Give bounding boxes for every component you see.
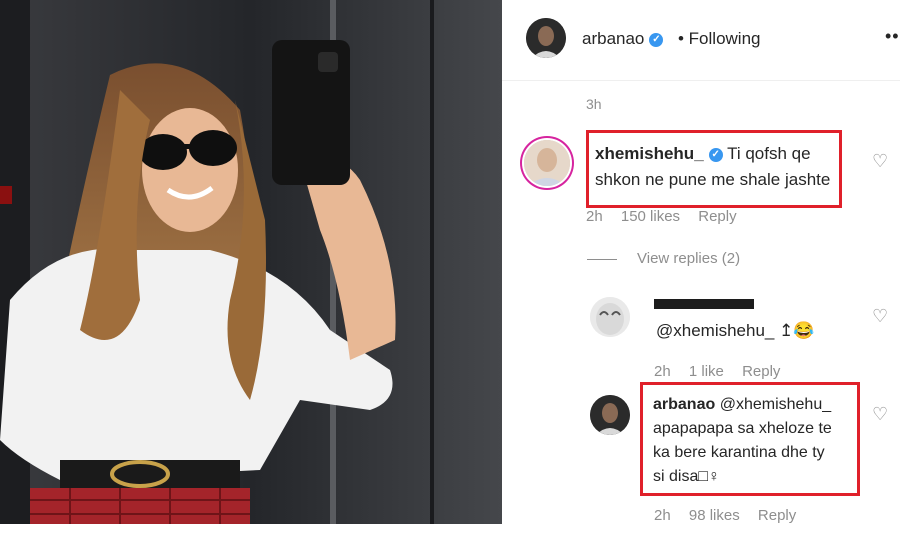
reply-username[interactable]: arbanao — [653, 396, 715, 413]
reply-button[interactable]: Reply — [698, 208, 736, 225]
author-username-text[interactable]: arbanao — [582, 29, 644, 48]
comment-username[interactable]: xhemishehu_ — [595, 144, 704, 163]
reply-time: 2h — [654, 507, 671, 524]
reply-avatar-image — [590, 297, 630, 337]
comment-text-line2: shkon ne pune me shale jashte — [595, 170, 831, 189]
reply-button[interactable]: Reply — [742, 363, 780, 380]
following-button[interactable]: • Following — [678, 29, 761, 49]
reply-avatar[interactable] — [590, 297, 630, 337]
view-replies-label[interactable]: View replies (2) — [637, 250, 740, 267]
reply-body: arbanao @xhemishehu_ apapapapa sa xheloz… — [653, 393, 853, 489]
reply-button[interactable]: Reply — [758, 507, 796, 524]
post-photo — [0, 0, 502, 524]
reply-likes[interactable]: 98 likes — [689, 507, 740, 524]
post-time: 3h — [586, 96, 602, 112]
like-heart-icon[interactable]: ♡ — [872, 404, 888, 425]
reply-meta: 2h 98 likes Reply — [654, 507, 810, 524]
photo-illustration — [0, 0, 502, 524]
verified-icon: ✓ — [708, 147, 723, 162]
reply-time: 2h — [654, 363, 671, 380]
commenter-avatar[interactable] — [524, 140, 570, 186]
view-replies-line — [587, 258, 617, 260]
reply-text-line4: si disa□♀ — [653, 468, 721, 485]
author-avatar[interactable] — [526, 18, 566, 58]
comment-likes[interactable]: 150 likes — [621, 208, 680, 225]
reply-likes[interactable]: 1 like — [689, 363, 724, 380]
reply-avatar[interactable] — [590, 395, 630, 435]
author-username[interactable]: arbanao ✓ — [582, 29, 664, 49]
reply-text-line2: apapapapa sa xheloze te — [653, 420, 832, 437]
comments-panel: arbanao ✓ • Following •• 3h xhemishehu_ ✓ … — [502, 0, 900, 551]
comment-time: 2h — [586, 208, 603, 225]
reply-text-line3: ka bere karantina dhe ty — [653, 444, 825, 461]
verified-icon: ✓ — [649, 32, 664, 47]
redacted-username — [654, 299, 754, 309]
reply-meta: 2h 1 like Reply — [654, 363, 794, 380]
more-icon[interactable]: •• — [885, 26, 900, 47]
post-header: arbanao ✓ • Following •• — [502, 0, 900, 81]
comment-text-line1: Ti qofsh qe — [727, 144, 811, 163]
commenter-avatar-image — [524, 140, 570, 186]
like-heart-icon[interactable]: ♡ — [872, 151, 888, 172]
reply-text: @xhemishehu_ ↥😂 — [656, 321, 815, 340]
comment-body: xhemishehu_ ✓ Ti qofsh qe shkon ne pune m… — [595, 141, 835, 193]
view-replies[interactable]: View replies (2) — [587, 250, 740, 267]
like-heart-icon[interactable]: ♡ — [872, 306, 888, 327]
comment-meta: 2h 150 likes Reply — [586, 208, 751, 225]
reply-text-line1: @xhemishehu_ — [719, 396, 832, 413]
author-avatar-image — [526, 18, 566, 58]
reply-avatar-image — [590, 395, 630, 435]
